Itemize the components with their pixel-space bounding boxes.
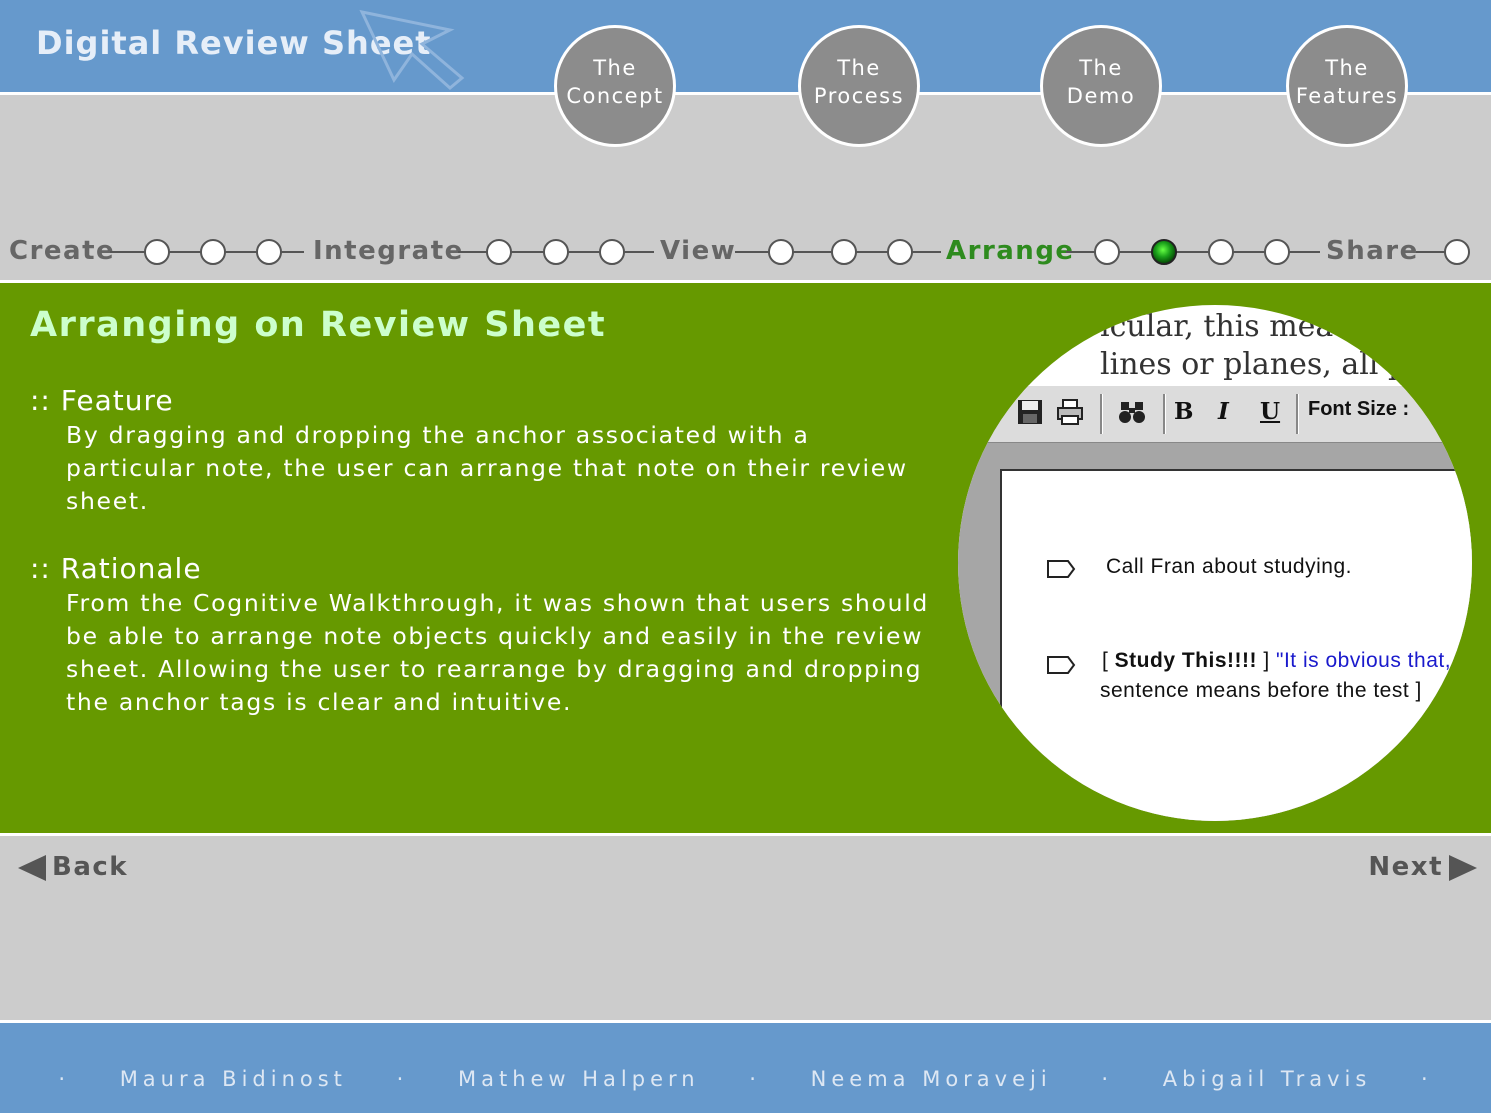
back-button[interactable]: Back xyxy=(18,852,128,882)
toolbar-separator xyxy=(1296,394,1299,434)
author-name: Abigail Travis xyxy=(1162,1067,1372,1091)
nav-label-line1: The xyxy=(1079,56,1123,80)
cursor-arrow-icon xyxy=(359,9,465,90)
step-dot[interactable] xyxy=(200,239,226,265)
underline-button[interactable]: U xyxy=(1260,398,1280,425)
next-label: Next xyxy=(1368,852,1443,882)
nav-label-line2: Features xyxy=(1295,84,1399,108)
step-dot[interactable] xyxy=(1264,239,1290,265)
author-name: Mathew Halpern xyxy=(457,1067,700,1091)
step-dot[interactable] xyxy=(887,239,913,265)
nav-label-line2: Process xyxy=(813,84,905,108)
stage-integrate[interactable]: Integrate xyxy=(313,236,464,266)
stage-arrange[interactable]: Arrange xyxy=(946,236,1075,266)
zoomed-screenshot: icular, this mea lines or planes, all pa… xyxy=(958,305,1472,821)
italic-button[interactable]: I xyxy=(1218,398,1229,425)
separator-dot: · xyxy=(1420,1067,1433,1091)
stage-share[interactable]: Share xyxy=(1326,236,1419,266)
author-name: Maura Bidinost xyxy=(119,1067,347,1091)
content-panel: Arranging on Review Sheet :: Feature By … xyxy=(0,280,1491,836)
note-text: Call Fran about studying. xyxy=(1106,555,1352,578)
note-text: [ Study This!!!! ] "It is obvious that, … xyxy=(1102,649,1470,672)
note-tag: Study This!!!! xyxy=(1114,649,1257,672)
bold-button[interactable]: B xyxy=(1174,398,1193,425)
author-credits: · Maura Bidinost · Mathew Halpern · Neem… xyxy=(0,1067,1491,1091)
rationale-text: From the Cognitive Walkthrough, it was s… xyxy=(66,589,930,716)
nav-label-line1: The xyxy=(593,56,637,80)
find-icon[interactable] xyxy=(1118,398,1146,426)
nav-label-line1: The xyxy=(1325,56,1369,80)
step-dot[interactable] xyxy=(599,239,625,265)
note-quote: "It is obvious that, (' xyxy=(1276,649,1470,672)
step-dot[interactable] xyxy=(144,239,170,265)
note-text: sentence means before the test ] xyxy=(1100,679,1422,702)
nav-label-line2: Demo xyxy=(1066,84,1136,108)
rationale-heading: :: Rationale xyxy=(30,552,202,585)
step-dot[interactable] xyxy=(1208,239,1234,265)
back-arrow-icon xyxy=(18,854,46,881)
feature-heading: :: Feature xyxy=(30,384,174,417)
back-label: Back xyxy=(52,852,129,882)
author-name: Neema Moraveji xyxy=(810,1067,1052,1091)
nav-label-line1: The xyxy=(837,56,881,80)
step-dot[interactable] xyxy=(1444,239,1470,265)
step-dot[interactable] xyxy=(256,239,282,265)
header-divider xyxy=(0,92,1491,95)
review-sheet-page: Call Fran about studying. [ Study This!!… xyxy=(1000,469,1472,821)
nav-the-features[interactable]: The Features xyxy=(1286,25,1408,147)
stage-create[interactable]: Create xyxy=(9,236,115,266)
font-size-label: Font Size : xyxy=(1308,398,1410,420)
document-text-line: icular, this mea xyxy=(1100,309,1334,344)
note-anchor-icon[interactable] xyxy=(1046,655,1076,675)
separator-dot: · xyxy=(58,1067,70,1091)
save-icon[interactable] xyxy=(1016,398,1044,426)
document-text-line: lines or planes, all pa xyxy=(1100,347,1426,382)
separator-dot: · xyxy=(1101,1067,1114,1091)
next-arrow-icon xyxy=(1449,854,1477,881)
next-button[interactable]: Next xyxy=(1368,852,1477,882)
nav-the-process[interactable]: The Process xyxy=(798,25,920,147)
header-bar: Digital Review Sheet xyxy=(0,0,1491,92)
toolbar-separator xyxy=(1163,394,1166,434)
stage-view[interactable]: View xyxy=(660,236,736,266)
step-dot-current[interactable] xyxy=(1151,239,1177,265)
separator-dot: · xyxy=(396,1067,409,1091)
nav-the-demo[interactable]: The Demo xyxy=(1040,25,1162,147)
separator-dot: · xyxy=(749,1067,761,1091)
step-dot[interactable] xyxy=(543,239,569,265)
editor-toolbar: B I U Font Size : xyxy=(958,385,1472,443)
step-dot[interactable] xyxy=(831,239,857,265)
step-dot[interactable] xyxy=(486,239,512,265)
feature-text: By dragging and dropping the anchor asso… xyxy=(66,421,908,515)
toolbar-separator xyxy=(1100,394,1103,434)
print-icon[interactable] xyxy=(1056,398,1084,426)
content-title: Arranging on Review Sheet xyxy=(30,305,607,345)
nav-label-line2: Concept xyxy=(566,84,664,108)
nav-the-concept[interactable]: The Concept xyxy=(554,25,676,147)
note-anchor-icon[interactable] xyxy=(1046,559,1076,579)
step-dot[interactable] xyxy=(1094,239,1120,265)
step-dot[interactable] xyxy=(768,239,794,265)
footer-bar: · Maura Bidinost · Mathew Halpern · Neem… xyxy=(0,1020,1491,1113)
process-timeline: Create Integrate View Arrange Share xyxy=(0,228,1491,276)
